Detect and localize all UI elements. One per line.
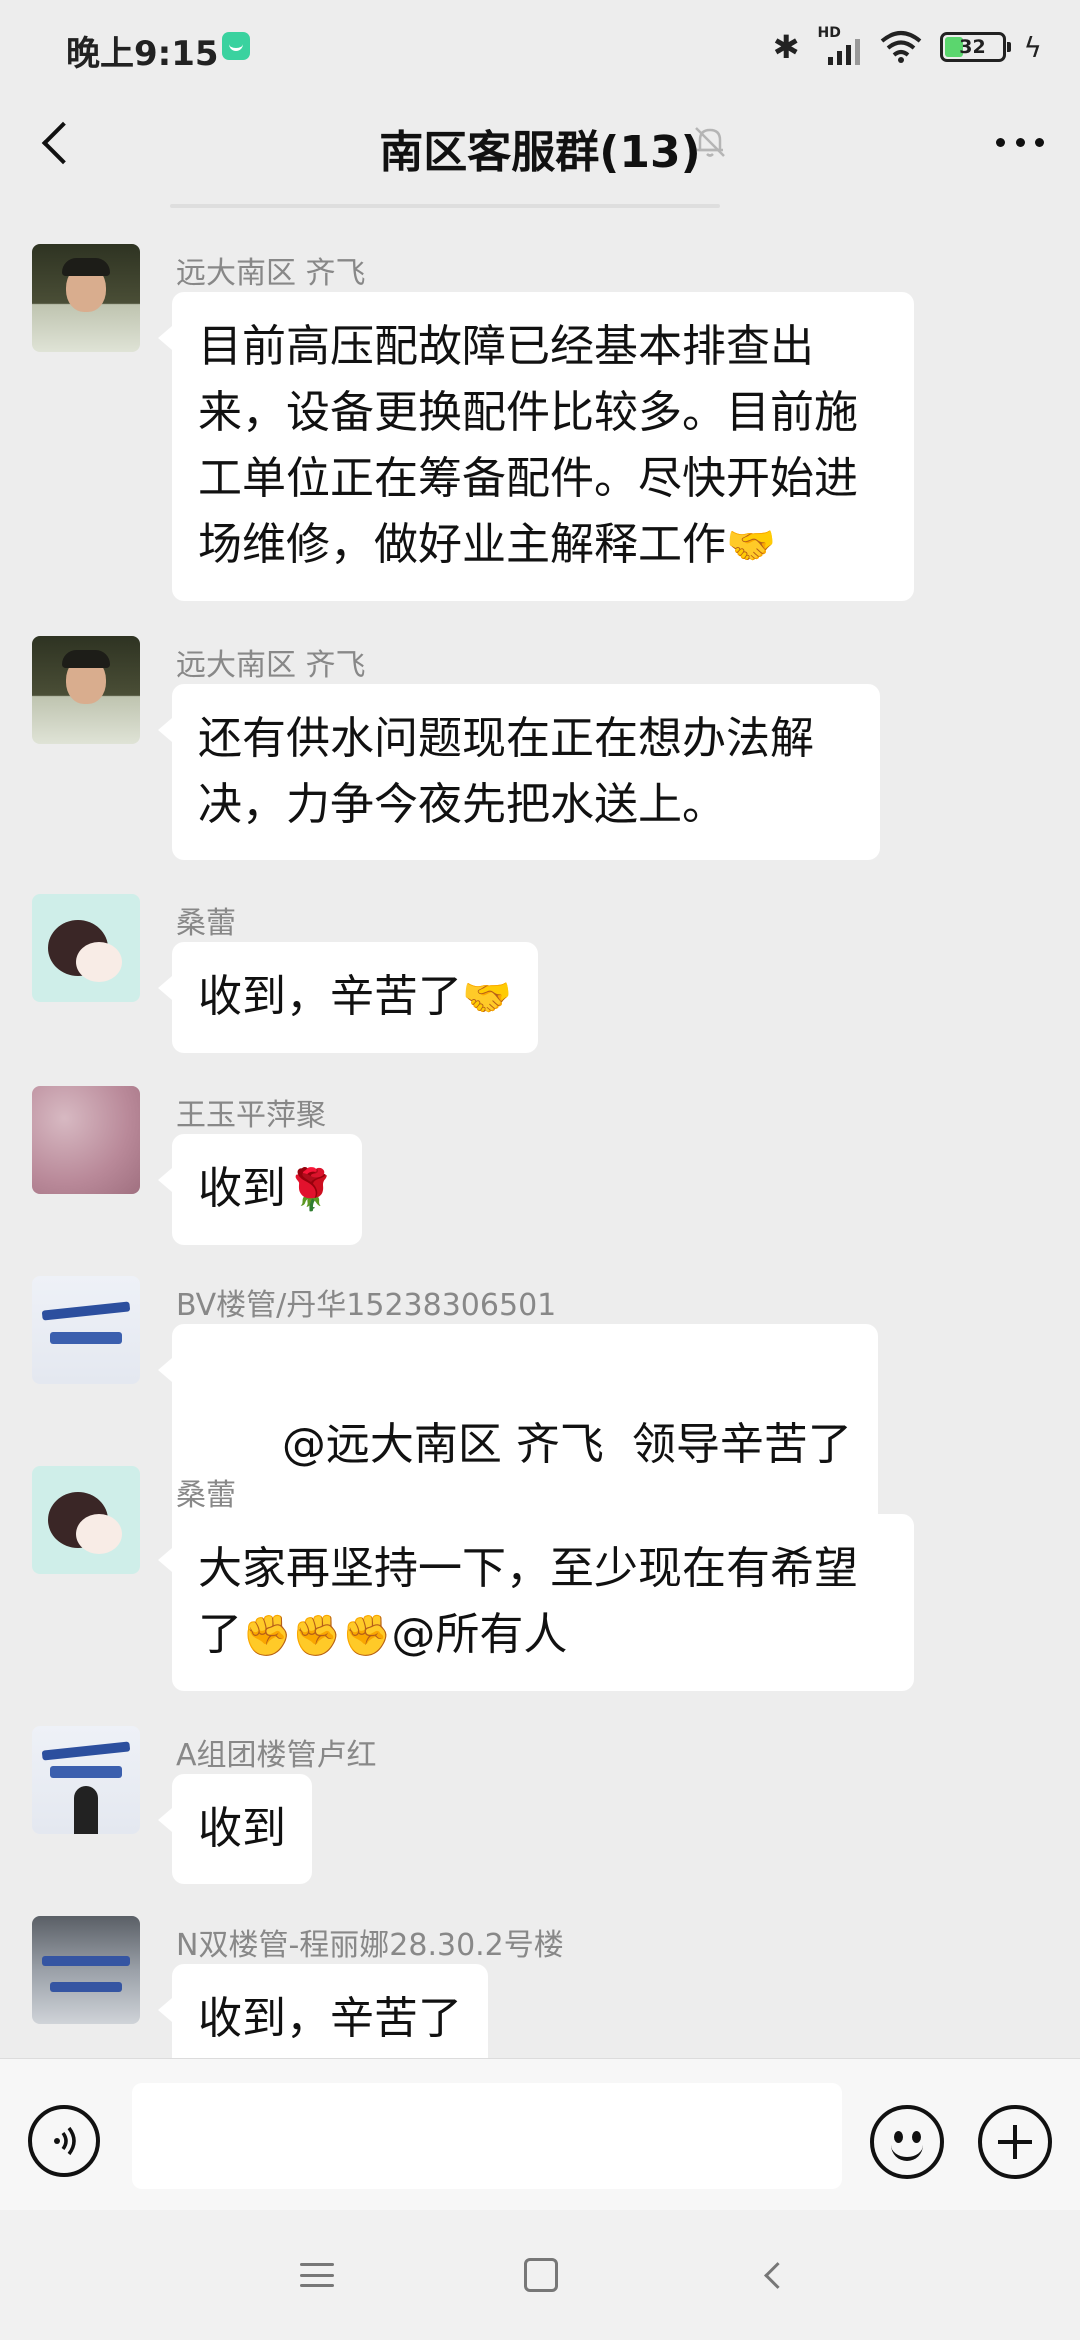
avatar[interactable] — [32, 1466, 140, 1574]
chat-title: 南区客服群(13) — [379, 127, 701, 178]
charging-icon: ϟ — [1023, 30, 1042, 64]
voice-icon[interactable] — [28, 2105, 100, 2177]
bluetooth-icon: ✱ — [772, 28, 800, 66]
chat-header: 南区客服群(13) — [0, 96, 1080, 192]
title-wrap: 南区客服群(13) — [0, 116, 1080, 180]
plus-icon[interactable] — [978, 2105, 1052, 2179]
message-item: A组团楼管卢红 收到 — [32, 1726, 1032, 1890]
message-bubble[interactable]: 收到🌹 — [158, 1134, 362, 1245]
back-icon[interactable] — [756, 2258, 790, 2292]
system-nav-bar — [0, 2210, 1080, 2340]
battery-level: 32 — [959, 36, 986, 58]
emoji-icon[interactable] — [870, 2105, 944, 2179]
message-text: 收到，辛苦了 — [198, 971, 462, 1022]
avatar[interactable] — [32, 1276, 140, 1384]
handshake-emoji: 🤝 — [462, 975, 512, 1021]
status-bar: 晚上9:15 ✱ HD 32 ϟ — [0, 0, 1080, 96]
message-text: 收到 — [198, 1803, 286, 1854]
avatar[interactable] — [32, 244, 140, 352]
app-notification-icon — [222, 32, 250, 60]
sender-name: 远大南区 齐飞 — [176, 648, 366, 683]
mention-all[interactable]: @所有人 — [391, 1609, 567, 1660]
message-item: 远大南区 齐飞 目前高压配故障已经基本排查出来，设备更换配件比较多。目前施工单位… — [32, 244, 1032, 604]
sender-name: 桑蕾 — [176, 906, 236, 941]
menu-icon[interactable] — [300, 2258, 334, 2292]
message-bubble[interactable]: 还有供水问题现在正在想办法解决，力争今夜先把水送上。 — [158, 684, 880, 860]
sender-name: 桑蕾 — [176, 1478, 236, 1513]
sender-name: BV楼管/丹华15238306501 — [176, 1288, 557, 1323]
chat-screen: 晚上9:15 ✱ HD 32 ϟ 南区客服群(13) 远大南区 齐飞 目前高压配… — [0, 0, 1080, 2340]
avatar[interactable] — [32, 1726, 140, 1834]
message-bubble[interactable]: 大家再坚持一下，至少现在有希望了✊✊✊@所有人 — [158, 1514, 914, 1691]
avatar[interactable] — [32, 636, 140, 744]
sender-name: A组团楼管卢红 — [176, 1738, 377, 1773]
message-bubble[interactable]: 收到，辛苦了🤝 — [158, 942, 538, 1053]
signal-icon: HD — [818, 25, 862, 67]
raised-fist-emoji: ✊✊✊ — [242, 1613, 392, 1659]
message-text: @远大南区 齐飞 领导辛苦了 — [281, 1419, 852, 1470]
message-bubble[interactable]: 收到 — [158, 1774, 312, 1884]
handshake-emoji: 🤝 — [726, 523, 776, 569]
sender-name: 远大南区 齐飞 — [176, 256, 366, 291]
sender-name: N双楼管-程丽娜28.30.2号楼 — [176, 1928, 564, 1963]
message-text: 还有供水问题现在正在想办法解决，力争今夜先把水送上。 — [198, 713, 814, 830]
rose-emoji: 🌹 — [286, 1167, 336, 1213]
message-item: 王玉平萍聚 收到🌹 — [32, 1086, 1032, 1250]
input-bar — [0, 2058, 1080, 2210]
avatar[interactable] — [32, 1086, 140, 1194]
avatar[interactable] — [32, 894, 140, 1002]
scroll-indicator — [170, 204, 720, 208]
home-icon[interactable] — [524, 2258, 558, 2292]
message-item: BV楼管/丹华15238306501 @远大南区 齐飞 领导辛苦了 — [32, 1276, 1032, 1566]
avatar[interactable] — [32, 1916, 140, 2024]
more-options-button[interactable] — [990, 122, 1050, 162]
message-item: N双楼管-程丽娜28.30.2号楼 收到，辛苦了 — [32, 1916, 1032, 2074]
message-bubble[interactable]: 目前高压配故障已经基本排查出来，设备更换配件比较多。目前施工单位正在筹备配件。尽… — [158, 292, 914, 601]
battery-icon: 32 — [939, 32, 1011, 62]
message-text: 收到 — [198, 1163, 286, 1214]
status-time: 晚上9:15 — [66, 34, 219, 74]
message-item: 桑蕾 大家再坚持一下，至少现在有希望了✊✊✊@所有人 — [32, 1466, 1032, 1696]
message-text: 收到，辛苦了 — [198, 1993, 462, 2044]
sender-name: 王玉平萍聚 — [176, 1098, 326, 1133]
message-input[interactable] — [132, 2083, 842, 2189]
message-item: 桑蕾 收到，辛苦了🤝 — [32, 894, 1032, 1058]
status-icons: ✱ HD 32 ϟ — [773, 22, 1042, 72]
message-item: 远大南区 齐飞 还有供水问题现在正在想办法解决，力争今夜先把水送上。 — [32, 636, 1032, 866]
wifi-icon — [880, 31, 921, 63]
muted-bell-icon — [695, 127, 725, 157]
